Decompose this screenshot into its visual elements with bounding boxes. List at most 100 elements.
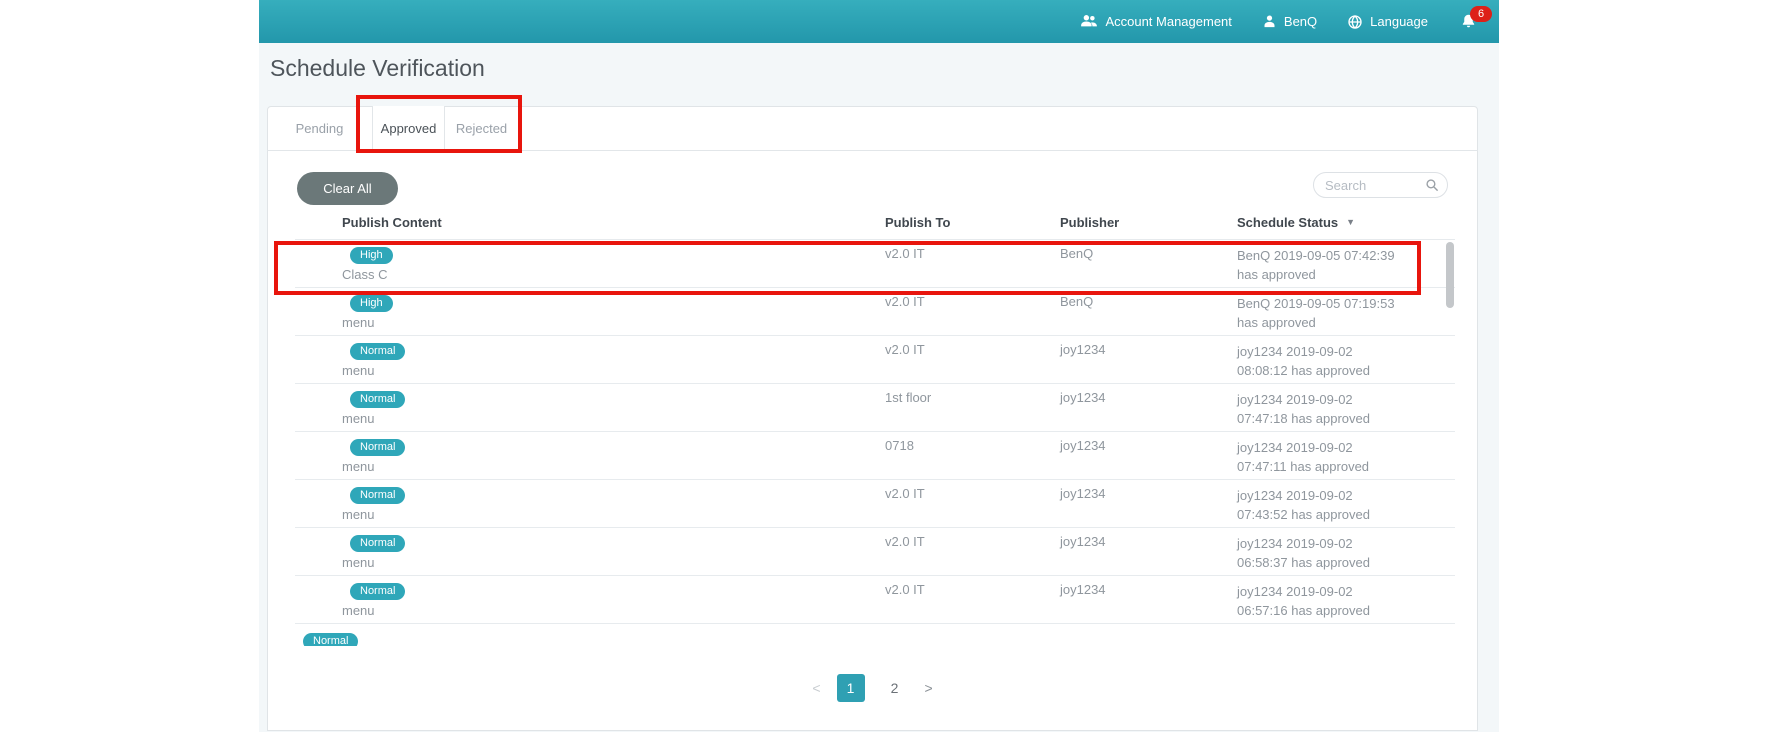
- publish-to-cell: v2.0 IT: [885, 576, 1060, 623]
- content-name: menu: [342, 555, 885, 570]
- nav-account-management-label: Account Management: [1105, 14, 1231, 29]
- priority-badge: Normal: [350, 583, 405, 600]
- publish-to-cell: v2.0 IT: [885, 528, 1060, 575]
- priority-badge: Normal: [350, 535, 405, 552]
- screenshot-stage: Account Management BenQ Language 6 Sched…: [0, 0, 1770, 732]
- status-line-2: 08:08:12 has approved: [1237, 361, 1417, 380]
- publisher-cell: joy1234: [1060, 576, 1237, 623]
- publish-to-cell: 0718: [885, 432, 1060, 479]
- priority-badge: High: [350, 295, 393, 312]
- status-line-2: has approved: [1237, 265, 1417, 284]
- status-line-1: joy1234 2019-09-02: [1237, 342, 1417, 361]
- column-header-publish-content: Publish Content: [295, 210, 885, 239]
- content-name: menu: [342, 459, 885, 474]
- content-name: Class C: [342, 267, 885, 282]
- schedule-status-cell: joy1234 2019-09-02 06:58:37 has approved: [1237, 528, 1455, 575]
- top-navbar: Account Management BenQ Language 6: [259, 0, 1499, 43]
- priority-badge: Normal: [350, 343, 405, 360]
- publisher-cell: joy1234: [1060, 528, 1237, 575]
- nav-language-label: Language: [1370, 14, 1428, 29]
- pagination: < 1 2 >: [267, 672, 1478, 704]
- status-line-2: 07:43:52 has approved: [1237, 505, 1417, 524]
- content-name: menu: [342, 411, 885, 426]
- status-line-1: BenQ 2019-09-05 07:42:39: [1237, 246, 1417, 265]
- table-row[interactable]: Normal menu v2.0 IT joy1234 joy1234 2019…: [295, 528, 1455, 576]
- status-line-1: joy1234 2019-09-02: [1237, 438, 1417, 457]
- column-header-publish-to: Publish To: [885, 210, 1060, 239]
- priority-badge: Normal: [303, 633, 358, 646]
- nav-notifications[interactable]: 6: [1460, 13, 1477, 30]
- person-icon: [1262, 14, 1277, 29]
- page-button-1[interactable]: 1: [837, 674, 865, 702]
- table-body: High Class C v2.0 IT BenQ BenQ 2019-09-0…: [295, 240, 1455, 646]
- nav-user-label: BenQ: [1284, 14, 1317, 29]
- next-page-button[interactable]: >: [925, 680, 933, 696]
- content-name: menu: [342, 363, 885, 378]
- status-line-1: joy1234 2019-09-02: [1237, 390, 1417, 409]
- nav-account-management[interactable]: Account Management: [1080, 14, 1231, 29]
- table-row[interactable]: High Class C v2.0 IT BenQ BenQ 2019-09-0…: [295, 240, 1455, 288]
- clear-all-button[interactable]: Clear All: [297, 172, 398, 205]
- nav-language[interactable]: Language: [1347, 14, 1428, 30]
- publisher-cell: joy1234: [1060, 480, 1237, 527]
- table-row[interactable]: Normal menu v2.0 IT joy1234 joy1234 2019…: [295, 480, 1455, 528]
- publish-content-cell: High menu: [295, 288, 885, 335]
- sort-caret-icon[interactable]: ▼: [1346, 217, 1355, 227]
- tab-pending[interactable]: Pending: [267, 106, 373, 151]
- publisher-cell: joy1234: [1060, 432, 1237, 479]
- tab-bar: Pending Approved Rejected: [267, 106, 1478, 151]
- table-row[interactable]: Normal menu 0718 joy1234 joy1234 2019-09…: [295, 432, 1455, 480]
- nav-user[interactable]: BenQ: [1262, 14, 1317, 29]
- priority-badge: Normal: [350, 487, 405, 504]
- column-header-publisher: Publisher: [1060, 210, 1237, 239]
- table-header: Publish Content Publish To Publisher Sch…: [295, 210, 1455, 240]
- table-row[interactable]: Normal menu 1st floor joy1234 joy1234 20…: [295, 384, 1455, 432]
- scrollbar-thumb[interactable]: [1446, 242, 1454, 308]
- people-icon: [1080, 14, 1098, 29]
- page-button-2[interactable]: 2: [881, 674, 909, 702]
- tab-rejected[interactable]: Rejected: [445, 106, 519, 151]
- status-line-2: has approved: [1237, 313, 1417, 332]
- status-line-2: 07:47:18 has approved: [1237, 409, 1417, 428]
- table-row[interactable]: Normal menu v2.0 IT joy1234 joy1234 2019…: [295, 336, 1455, 384]
- tab-approved[interactable]: Approved: [373, 106, 445, 152]
- publish-to-cell: v2.0 IT: [885, 480, 1060, 527]
- schedule-status-cell: joy1234 2019-09-02 07:43:52 has approved: [1237, 480, 1455, 527]
- publish-to-cell: v2.0 IT: [885, 336, 1060, 383]
- publisher-cell: BenQ: [1060, 240, 1237, 287]
- table-row[interactable]: High menu v2.0 IT BenQ BenQ 2019-09-05 0…: [295, 288, 1455, 336]
- status-line-1: joy1234 2019-09-02: [1237, 486, 1417, 505]
- column-header-schedule-status[interactable]: Schedule Status▼: [1237, 210, 1455, 239]
- content-name: menu: [342, 315, 885, 330]
- content-name: menu: [342, 507, 885, 522]
- table-row-partial[interactable]: Normal: [295, 624, 1455, 646]
- schedule-status-cell: joy1234 2019-09-02 08:08:12 has approved: [1237, 336, 1455, 383]
- prev-page-button[interactable]: <: [812, 680, 820, 696]
- status-line-1: BenQ 2019-09-05 07:19:53: [1237, 294, 1417, 313]
- priority-badge: Normal: [350, 439, 405, 456]
- schedule-status-cell: joy1234 2019-09-02 07:47:18 has approved: [1237, 384, 1455, 431]
- publish-to-cell: v2.0 IT: [885, 240, 1060, 287]
- publisher-cell: joy1234: [1060, 336, 1237, 383]
- priority-badge: High: [350, 247, 393, 264]
- publish-content-cell: Normal menu: [295, 480, 885, 527]
- status-line-2: 07:47:11 has approved: [1237, 457, 1417, 476]
- publish-content-cell: Normal menu: [295, 432, 885, 479]
- table-row[interactable]: Normal menu v2.0 IT joy1234 joy1234 2019…: [295, 576, 1455, 624]
- publish-to-cell: v2.0 IT: [885, 288, 1060, 335]
- content-name: menu: [342, 603, 885, 618]
- schedule-status-cell: joy1234 2019-09-02 07:47:11 has approved: [1237, 432, 1455, 479]
- publish-to-cell: 1st floor: [885, 384, 1060, 431]
- status-line-2: 06:58:37 has approved: [1237, 553, 1417, 572]
- status-line-1: joy1234 2019-09-02: [1237, 534, 1417, 553]
- publish-content-cell: Normal menu: [295, 576, 885, 623]
- publish-content-cell: Normal menu: [295, 384, 885, 431]
- notification-badge: 6: [1470, 6, 1492, 22]
- publish-content-cell: Normal menu: [295, 528, 885, 575]
- publisher-cell: joy1234: [1060, 384, 1237, 431]
- schedule-status-cell: BenQ 2019-09-05 07:42:39 has approved: [1237, 240, 1455, 287]
- status-line-1: joy1234 2019-09-02: [1237, 582, 1417, 601]
- publisher-cell: BenQ: [1060, 288, 1237, 335]
- priority-badge: Normal: [350, 391, 405, 408]
- schedule-status-cell: joy1234 2019-09-02 06:57:16 has approved: [1237, 576, 1455, 623]
